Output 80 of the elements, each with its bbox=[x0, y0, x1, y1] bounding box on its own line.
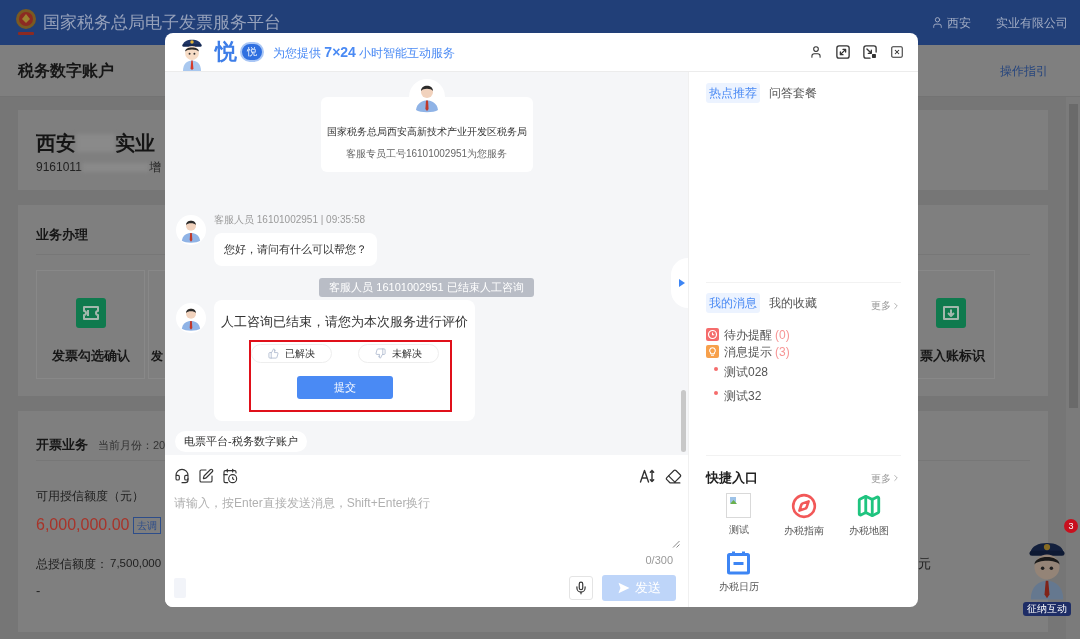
minimize-to-corner-icon[interactable] bbox=[863, 45, 877, 59]
clock-icon bbox=[706, 328, 719, 341]
brand-name: 悦 bbox=[215, 39, 237, 65]
tile-label: 票入账标识 bbox=[920, 348, 986, 364]
notice-label[interactable]: 待办提醒 bbox=[724, 325, 772, 344]
section-title: 业务办理 bbox=[36, 227, 88, 243]
headset-icon[interactable] bbox=[174, 468, 190, 484]
user-name: 西安 bbox=[947, 14, 971, 32]
font-size-icon[interactable] bbox=[639, 468, 655, 484]
shortcut-item[interactable]: 测试 bbox=[706, 493, 771, 538]
user-icon[interactable] bbox=[809, 45, 823, 59]
notice-count: (0) bbox=[775, 326, 790, 344]
notice-label[interactable]: 消息提示 bbox=[724, 342, 772, 361]
tax-id: 9161011 bbox=[36, 160, 82, 174]
edit-icon[interactable] bbox=[198, 468, 214, 484]
brand-badge: 悦 bbox=[240, 42, 264, 62]
character-counter: 0/300 bbox=[645, 553, 673, 567]
credit-amount: 6,000,000.00 bbox=[36, 515, 130, 535]
ticket-icon bbox=[75, 298, 106, 328]
dash-value: - bbox=[36, 583, 41, 599]
company-name: 实业 bbox=[115, 131, 155, 155]
rating-prompt: 人工咨询已结束，请您为本次服务进行评价 bbox=[221, 313, 468, 330]
rating-option[interactable]: 已解决 bbox=[251, 344, 332, 363]
chevron-right-icon bbox=[891, 473, 901, 483]
total-credit-amount: 7,500,000 bbox=[110, 556, 162, 572]
section-title: 开票业务 bbox=[36, 436, 88, 455]
microphone-icon bbox=[574, 581, 588, 595]
map-icon bbox=[855, 493, 882, 519]
download-icon bbox=[935, 298, 966, 328]
scrollbar-thumb bbox=[681, 390, 686, 452]
tile-label: 发 bbox=[151, 348, 163, 364]
agent-avatar bbox=[176, 303, 206, 333]
lightbulb-icon bbox=[706, 345, 719, 358]
assistant-caption[interactable]: 征纳互动 bbox=[1023, 602, 1071, 616]
user-name: 实业有限公司 bbox=[996, 14, 1068, 32]
notification-badge: 3 bbox=[1064, 519, 1078, 533]
broken-image-icon bbox=[726, 493, 751, 518]
shortcut-item[interactable]: 办税指南 bbox=[771, 493, 836, 538]
service-tagline: 为您提供 7×24 小时智能互动服务 bbox=[273, 42, 456, 62]
emblem-icon bbox=[15, 9, 37, 36]
thumbs-up-icon bbox=[268, 348, 279, 359]
total-credit-label: 总授信额度： bbox=[36, 556, 108, 573]
system-notice: 客服人员 16101002951 已结束人工咨询 bbox=[319, 278, 534, 297]
notice-item[interactable]: 测试32 bbox=[724, 387, 762, 405]
agent-avatar bbox=[176, 215, 206, 245]
caret-right-icon bbox=[679, 279, 685, 287]
calendar-clock-icon[interactable] bbox=[222, 468, 238, 484]
tax-type: 增 bbox=[148, 160, 161, 174]
shortcuts-title: 快捷入口 bbox=[706, 469, 758, 488]
current-month: 当前月份：20 bbox=[98, 437, 166, 453]
unit-label: 元 bbox=[918, 555, 931, 574]
tile-label: 发票勾选确认 bbox=[51, 348, 130, 364]
resize-grip-icon bbox=[672, 540, 680, 548]
close-icon[interactable] bbox=[890, 45, 904, 59]
panel-tab[interactable]: 问答套餐 bbox=[766, 83, 820, 103]
platform-title: 国家税务总局电子发票服务平台 bbox=[43, 11, 281, 34]
calendar-icon bbox=[726, 550, 751, 575]
microphone-button[interactable] bbox=[569, 576, 593, 600]
notice-count: (3) bbox=[775, 343, 790, 361]
panel-tab[interactable]: 我的收藏 bbox=[766, 293, 820, 313]
user-icon bbox=[931, 16, 944, 29]
chevron-right-icon bbox=[891, 300, 901, 311]
shortcut-item[interactable]: 办税地图 bbox=[836, 493, 901, 538]
send-icon bbox=[617, 582, 630, 594]
credit-label: 可用授信额度（元） bbox=[36, 489, 144, 503]
rating-option[interactable]: 未解决 bbox=[358, 344, 439, 363]
message-meta: 客服人员 16101002951 | 09:35:58 bbox=[214, 213, 366, 227]
agent-id: 客服专员工号16101002951为您服务 bbox=[345, 147, 508, 161]
quick-chip[interactable]: 电票平台-税务数字账户 bbox=[175, 431, 307, 452]
notice-item[interactable]: 测试028 bbox=[724, 363, 769, 381]
message-bubble: 您好，请问有什么可以帮您？ bbox=[214, 233, 377, 266]
compass-icon bbox=[790, 493, 817, 519]
company-name: 西安 bbox=[36, 131, 76, 155]
expand-icon[interactable] bbox=[836, 45, 850, 59]
business-tile[interactable]: 发票勾选确认 bbox=[36, 270, 145, 379]
page-title: 税务数字账户 bbox=[18, 60, 114, 81]
thumbs-down-icon bbox=[375, 348, 386, 359]
eraser-icon[interactable] bbox=[665, 467, 682, 485]
office-name: 国家税务总局西安高新技术产业开发区税务局 bbox=[326, 125, 527, 139]
shortcut-item[interactable]: 办税日历 bbox=[706, 550, 771, 594]
